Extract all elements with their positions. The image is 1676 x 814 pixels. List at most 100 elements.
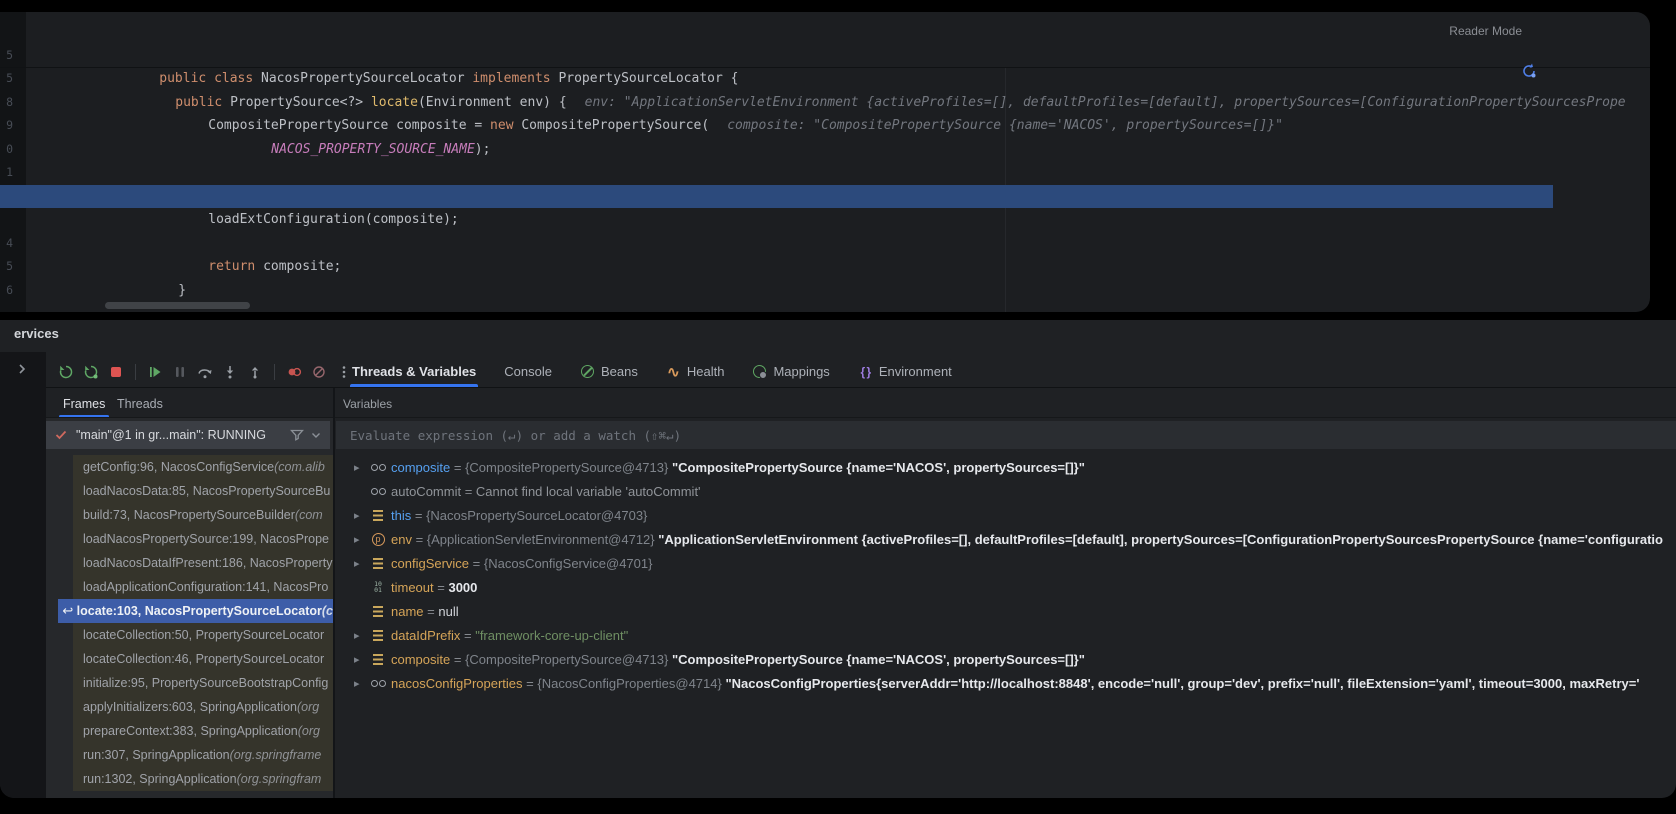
variable-row[interactable]: name = null bbox=[336, 599, 1676, 623]
debug-tab[interactable]: Environment bbox=[858, 356, 952, 387]
no-dump-icon[interactable] bbox=[308, 361, 330, 383]
chevron-right-icon[interactable] bbox=[354, 677, 368, 690]
variable-row[interactable]: this = {NacosPropertySourceLocator@4703} bbox=[336, 503, 1676, 527]
variable-row[interactable]: composite = {CompositePropertySource@471… bbox=[336, 455, 1676, 479]
step-out-icon[interactable] bbox=[244, 361, 266, 383]
toolbar-divider bbox=[46, 387, 1676, 388]
stack-frame-row[interactable]: locateCollection:46, PropertySourceLocat… bbox=[46, 647, 333, 671]
chevron-right-icon[interactable] bbox=[354, 557, 368, 570]
code-line[interactable]: 8 CompositePropertySource composite = ne… bbox=[0, 67, 1650, 91]
variable-row[interactable]: autoCommit = Cannot find local variable … bbox=[336, 479, 1676, 503]
variable-name: name bbox=[391, 604, 424, 619]
code-line[interactable]: 0 bbox=[0, 114, 1650, 138]
tab-label: Environment bbox=[879, 364, 952, 379]
code-line[interactable]: 4 return composite; bbox=[0, 208, 1650, 232]
code-line[interactable]: 5 } bbox=[0, 232, 1650, 256]
stack-frame-row[interactable]: applyInitializers:603, SpringApplication… bbox=[46, 695, 333, 719]
tab-frames[interactable]: Frames bbox=[63, 392, 105, 416]
frame-package: (com.alib bbox=[274, 460, 325, 474]
tab-icon bbox=[580, 364, 595, 379]
variable-ref: {NacosPropertySourceLocator@4703} bbox=[426, 508, 647, 523]
stop-icon[interactable] bbox=[105, 361, 127, 383]
code-line[interactable]: 1 loadSharedConfiguration(composite); bbox=[0, 138, 1650, 162]
pause-icon[interactable] bbox=[169, 361, 191, 383]
variable-type-icon bbox=[370, 675, 386, 691]
code-line[interactable]: 2 loadExtConfiguration(composite); bbox=[0, 161, 1650, 185]
variable-type-icon bbox=[370, 531, 386, 547]
stack-frame-row[interactable]: loadApplicationConfiguration:141, NacosP… bbox=[46, 575, 333, 599]
stack-frame-row[interactable]: run:307, SpringApplication (org.springfr… bbox=[46, 743, 333, 767]
frame-label: loadNacosPropertySource:199, NacosPrope bbox=[83, 532, 329, 546]
stack-frame-row[interactable]: loadNacosDataIfPresent:186, NacosPropert… bbox=[46, 551, 333, 575]
frame-label: loadNacosData:85, NacosPropertySourceBu bbox=[83, 484, 330, 498]
stack-frame-row[interactable]: locateCollection:50, PropertySourceLocat… bbox=[46, 623, 333, 647]
panel-separator[interactable] bbox=[333, 388, 335, 798]
mute-breakpoints-icon[interactable] bbox=[283, 361, 305, 383]
code-line[interactable]: 6 bbox=[0, 255, 1650, 279]
stack-frames-list: getConfig:96, NacosConfigService (com.al… bbox=[46, 455, 333, 798]
frame-label: loadNacosDataIfPresent:186, NacosPropert… bbox=[83, 556, 332, 570]
variable-row[interactable]: env = {ApplicationServletEnvironment@471… bbox=[336, 527, 1676, 551]
filter-funnel-icon[interactable] bbox=[290, 428, 304, 442]
code-line[interactable]: 5 public class NacosPropertySourceLocato… bbox=[0, 20, 1650, 44]
reader-mode-label[interactable]: Reader Mode bbox=[1449, 24, 1522, 38]
variable-row[interactable]: nacosConfigProperties = {NacosConfigProp… bbox=[336, 671, 1676, 695]
stack-frame-row[interactable]: build:73, NacosPropertySourceBuilder (co… bbox=[46, 503, 333, 527]
chevron-right-icon[interactable] bbox=[354, 509, 368, 522]
resume-icon[interactable] bbox=[144, 361, 166, 383]
stack-frame-row[interactable]: loadNacosPropertySource:199, NacosPrope bbox=[46, 527, 333, 551]
ide-screen: 5 public class NacosPropertySourceLocato… bbox=[0, 0, 1676, 814]
code-line[interactable]: 5 public PropertySource<?> locate(Enviro… bbox=[0, 44, 1650, 68]
chevron-right-icon[interactable] bbox=[12, 359, 32, 379]
variable-row[interactable]: composite = {CompositePropertySource@471… bbox=[336, 647, 1676, 671]
frame-label: run:307, SpringApplication bbox=[83, 748, 230, 762]
debug-tab[interactable]: Mappings bbox=[752, 356, 829, 387]
variable-type-icon bbox=[370, 627, 386, 643]
stack-frame-row[interactable]: getConfig:96, NacosConfigService (com.al… bbox=[46, 455, 333, 479]
stack-frame-row[interactable]: loadNacosData:85, NacosPropertySourceBu bbox=[46, 479, 333, 503]
horizontal-scrollbar[interactable] bbox=[105, 302, 250, 309]
code-editor[interactable]: 5 public class NacosPropertySourceLocato… bbox=[0, 12, 1650, 312]
stack-frame-row[interactable]: prepareContext:383, SpringApplication (o… bbox=[46, 719, 333, 743]
variable-name: env bbox=[391, 532, 412, 547]
tab-label: Beans bbox=[601, 364, 638, 379]
frame-package: (org bbox=[297, 700, 319, 714]
evaluate-expression-input[interactable]: Evaluate expression (↵) or add a watch (… bbox=[336, 421, 1676, 449]
step-over-icon[interactable] bbox=[194, 361, 216, 383]
stack-frame-row[interactable]: initialize:95, PropertySourceBootstrapCo… bbox=[46, 671, 333, 695]
tab-threads[interactable]: Threads bbox=[117, 392, 163, 416]
floating-refresh-icon[interactable] bbox=[1516, 58, 1542, 84]
equals-sign: = bbox=[434, 580, 449, 595]
frame-label: locateCollection:46, PropertySourceLocat… bbox=[83, 652, 324, 666]
rerun-attach-icon[interactable] bbox=[80, 361, 102, 383]
debug-tab[interactable]: Beans bbox=[580, 356, 638, 387]
step-into-icon[interactable] bbox=[219, 361, 241, 383]
code-line[interactable]: 3 loadApplicationConfiguration(composite… bbox=[0, 185, 1553, 209]
frame-package: (org.springframe bbox=[230, 748, 322, 762]
variable-row[interactable]: configService = {NacosConfigService@4701… bbox=[336, 551, 1676, 575]
equals-sign: = bbox=[523, 676, 538, 691]
rerun-icon[interactable] bbox=[55, 361, 77, 383]
chevron-right-icon[interactable] bbox=[354, 461, 368, 474]
variable-value: "NacosConfigProperties{serverAddr='http:… bbox=[725, 676, 1639, 691]
debug-tool-window: ervices bbox=[0, 320, 1676, 798]
stack-frame-row[interactable]: locate:103, NacosPropertySourceLocator (… bbox=[46, 599, 333, 623]
variable-value: Cannot find local variable 'autoCommit' bbox=[476, 484, 701, 499]
code-line-text: loadApplicationConfiguration(composite, … bbox=[130, 185, 1553, 209]
thread-selector[interactable]: "main"@1 in gr...main": RUNNING bbox=[46, 421, 330, 449]
debug-tab[interactable]: Threads & Variables bbox=[352, 356, 476, 387]
chevron-down-icon[interactable] bbox=[310, 429, 322, 441]
tab-icon bbox=[752, 364, 767, 379]
stack-frame-row[interactable]: run:1302, SpringApplication (org.springf… bbox=[46, 767, 333, 791]
variable-row[interactable]: timeout = 3000 bbox=[336, 575, 1676, 599]
variable-ref: {CompositePropertySource@4713} bbox=[465, 460, 672, 475]
debug-tab[interactable]: Health bbox=[666, 356, 725, 387]
variable-row[interactable]: dataIdPrefix = "framework-core-up-client… bbox=[336, 623, 1676, 647]
debug-tab[interactable]: Console bbox=[504, 356, 552, 387]
chevron-right-icon[interactable] bbox=[354, 653, 368, 666]
chevron-right-icon[interactable] bbox=[354, 629, 368, 642]
variable-name: nacosConfigProperties bbox=[391, 676, 523, 691]
variable-name: this bbox=[391, 508, 411, 523]
code-line[interactable]: 9 NACOS_PROPERTY_SOURCE_NAME); bbox=[0, 91, 1650, 115]
chevron-right-icon[interactable] bbox=[354, 533, 368, 546]
